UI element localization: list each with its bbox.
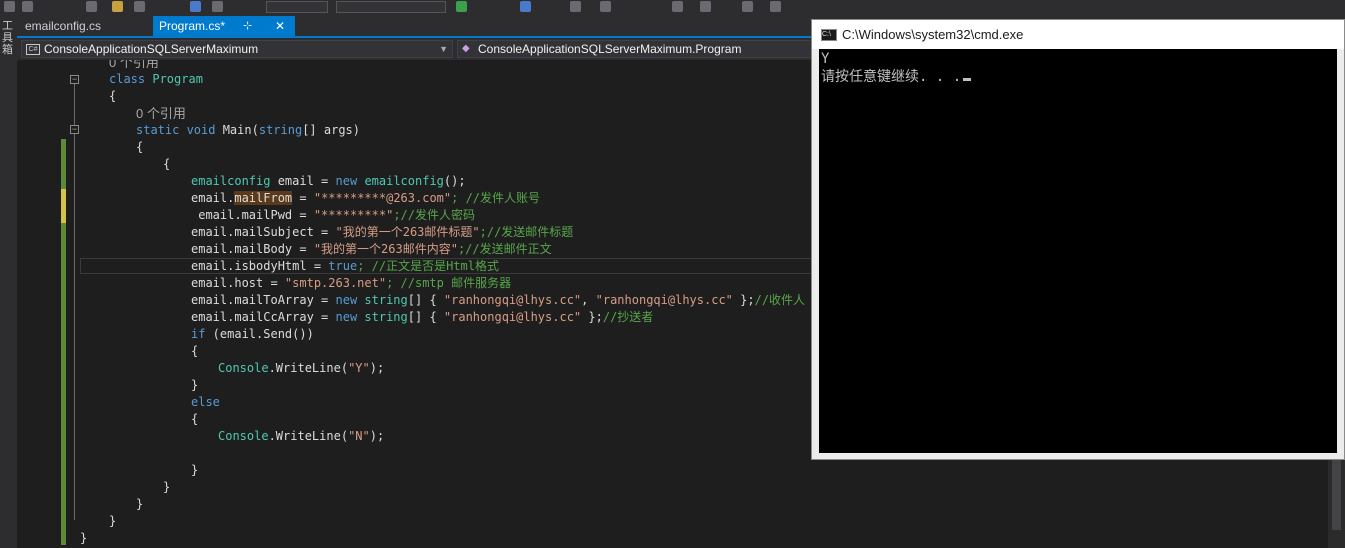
back-icon[interactable] bbox=[4, 1, 15, 12]
code-line: email.mailBody = "我的第一个263邮件内容";//发送邮件正文 bbox=[191, 242, 552, 256]
code-line: Console.WriteLine("Y"); bbox=[218, 361, 385, 375]
save-icon[interactable] bbox=[134, 1, 145, 12]
console-output-line: Y bbox=[821, 51, 830, 67]
bookmark-icon[interactable] bbox=[570, 1, 581, 12]
console-output-line: 请按任意键继续. . . bbox=[821, 69, 972, 85]
class-name: ConsoleApplicationSQLServerMaximum.Progr… bbox=[478, 42, 742, 56]
code-line: } bbox=[136, 497, 144, 511]
code-line: { bbox=[136, 140, 144, 154]
pin-icon[interactable]: ⊹ bbox=[243, 16, 252, 36]
step-icon[interactable] bbox=[520, 1, 531, 12]
cmd-title-bar[interactable]: C:\ C:\Windows\system32\cmd.exe bbox=[812, 20, 1344, 49]
flag-icon[interactable] bbox=[672, 1, 683, 12]
comment-icon[interactable] bbox=[600, 1, 611, 12]
tab-program[interactable]: Program.cs* ⊹ ✕ bbox=[153, 16, 295, 36]
toolbox-label[interactable]: 工具箱 bbox=[2, 20, 16, 56]
code-line: { bbox=[163, 157, 171, 171]
forward-icon[interactable] bbox=[22, 1, 33, 12]
code-line: emailconfig email = new emailconfig(); bbox=[191, 174, 466, 188]
new-file-icon[interactable] bbox=[86, 1, 97, 12]
cmd-title: C:\Windows\system32\cmd.exe bbox=[842, 27, 1024, 42]
config-dropdown[interactable] bbox=[266, 1, 328, 13]
collapse-class-icon[interactable]: − bbox=[70, 75, 79, 84]
start-icon[interactable] bbox=[456, 1, 467, 12]
code-line: email.isbodyHtml = true; //正文是否是Html格式 bbox=[191, 259, 499, 273]
code-line: email.mailToArray = new string[] { "ranh… bbox=[191, 293, 844, 307]
code-line: email.mailPwd = "*********";//发件人密码 bbox=[191, 208, 475, 222]
redo-icon[interactable] bbox=[212, 1, 223, 12]
csharp-project-icon: C# bbox=[26, 44, 40, 55]
project-name: ConsoleApplicationSQLServerMaximum bbox=[44, 42, 259, 56]
code-line: } bbox=[191, 463, 199, 477]
highlighted-identifier: mailFrom bbox=[234, 191, 293, 205]
reference-count[interactable]: 0 个引用 bbox=[109, 60, 159, 70]
platform-dropdown[interactable] bbox=[336, 1, 446, 13]
cmd-app-icon: C:\ bbox=[821, 29, 837, 41]
code-line: email.mailFrom = "*********@263.com"; //… bbox=[191, 191, 541, 205]
project-dropdown[interactable]: C# ConsoleApplicationSQLServerMaximum ▼ bbox=[21, 40, 453, 58]
code-line: if (email.Send()) bbox=[191, 327, 314, 341]
chevron-down-icon: ▼ bbox=[439, 44, 448, 54]
indent-icon[interactable] bbox=[770, 1, 781, 12]
code-line: } bbox=[80, 531, 88, 545]
code-line: email.host = "smtp.263.net"; //smtp 邮件服务… bbox=[191, 276, 512, 290]
class-dropdown[interactable]: ◆ ConsoleApplicationSQLServerMaximum.Pro… bbox=[457, 40, 813, 58]
code-line: { bbox=[191, 344, 199, 358]
tab-label: emailconfig.cs bbox=[25, 19, 102, 33]
code-line: email.mailSubject = "我的第一个263邮件标题";//发送邮… bbox=[191, 225, 574, 239]
cmd-window[interactable]: C:\ C:\Windows\system32\cmd.exe Y 请按任意键继… bbox=[811, 19, 1345, 460]
close-icon[interactable]: ✕ bbox=[275, 16, 285, 36]
outline-guide bbox=[74, 80, 75, 520]
main-toolbar bbox=[0, 0, 1345, 16]
code-line: } bbox=[163, 480, 171, 494]
change-margin-unsaved bbox=[61, 206, 66, 223]
code-line: email.mailCcArray = new string[] { "ranh… bbox=[191, 310, 654, 324]
code-line: Console.WriteLine("N"); bbox=[218, 429, 385, 443]
open-folder-icon[interactable] bbox=[112, 1, 123, 12]
code-line: } bbox=[109, 514, 117, 528]
tab-label: Program.cs* bbox=[159, 19, 226, 33]
code-line: } bbox=[191, 378, 199, 392]
tab-emailconfig[interactable]: emailconfig.cs bbox=[19, 16, 147, 36]
format-icon[interactable] bbox=[742, 1, 753, 12]
code-line: class Program bbox=[109, 72, 203, 86]
toolbox-sidebar[interactable]: 工具箱 bbox=[0, 16, 18, 548]
console-cursor bbox=[963, 78, 972, 81]
find-icon[interactable] bbox=[700, 1, 711, 12]
undo-icon[interactable] bbox=[190, 1, 201, 12]
code-line: else bbox=[191, 395, 220, 409]
class-icon: ◆ bbox=[462, 43, 470, 54]
code-line: { bbox=[109, 89, 117, 103]
code-line: static void Main(string[] args) bbox=[136, 123, 360, 137]
reference-count[interactable]: 0 个引用 bbox=[136, 106, 186, 121]
cmd-console[interactable]: Y 请按任意键继续. . . bbox=[819, 49, 1337, 453]
code-line: { bbox=[191, 412, 199, 426]
change-margin-unsaved bbox=[61, 189, 66, 206]
collapse-method-icon[interactable]: − bbox=[70, 125, 79, 134]
